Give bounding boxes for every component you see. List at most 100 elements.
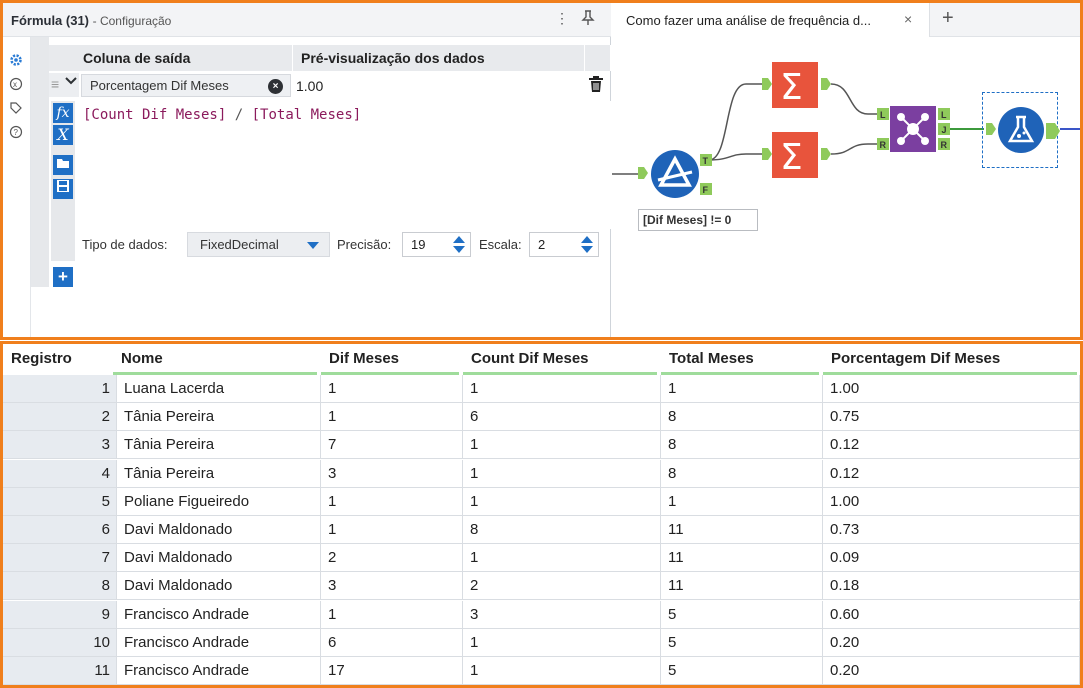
table-cell[interactable]: 0.12 (823, 459, 1080, 488)
record-number-cell[interactable]: 5 (3, 487, 117, 516)
add-icon[interactable]: + (53, 267, 73, 287)
save-icon[interactable] (53, 179, 73, 199)
table-cell[interactable]: 8 (661, 403, 823, 432)
table-cell[interactable]: 5 (661, 600, 823, 629)
header-porcentagem-dif-meses[interactable]: Porcentagem Dif Meses (823, 344, 1077, 375)
more-icon[interactable]: ⋮ (555, 10, 569, 27)
table-cell[interactable]: Francisco Andrade (117, 600, 321, 629)
add-tab-button[interactable]: + (942, 7, 954, 30)
table-cell[interactable]: 2 (321, 544, 463, 573)
table-cell[interactable]: 1 (463, 459, 661, 488)
record-number-cell[interactable]: 2 (3, 403, 117, 432)
false-anchor[interactable]: F (700, 183, 712, 198)
table-cell[interactable]: Davi Maldonado (117, 516, 321, 544)
summarize-2-icon[interactable]: Σ (772, 132, 818, 181)
table-cell[interactable]: 5 (661, 628, 823, 657)
table-cell[interactable]: 3 (463, 600, 661, 629)
table-cell[interactable]: 11 (661, 572, 823, 601)
variable-x-icon[interactable]: X (53, 125, 73, 145)
formula-tool-icon[interactable] (997, 106, 1045, 157)
header-total-meses[interactable]: Total Meses (661, 344, 819, 375)
table-row[interactable]: 1 Luana Lacerda 1 1 1 1.00 (3, 375, 1080, 403)
table-cell[interactable]: 1 (463, 375, 661, 403)
precision-stepper[interactable]: 19 (402, 232, 471, 257)
record-number-cell[interactable]: 10 (3, 628, 117, 657)
table-cell[interactable]: Davi Maldonado (117, 572, 321, 601)
summarize-1-icon[interactable]: Σ (772, 62, 818, 111)
table-cell[interactable]: 1 (661, 487, 823, 516)
table-cell[interactable]: 0.73 (823, 516, 1080, 544)
data-type-select[interactable]: FixedDecimal (187, 232, 330, 257)
table-cell[interactable]: 0.60 (823, 600, 1080, 629)
join-right-anchor[interactable]: R (877, 138, 889, 153)
table-cell[interactable]: 7 (321, 431, 463, 460)
spin-arrows-icon[interactable] (450, 235, 468, 254)
table-cell[interactable]: 0.09 (823, 544, 1080, 573)
table-row[interactable]: 10 Francisco Andrade 6 1 5 0.20 (3, 628, 1080, 657)
summarize-output-anchor[interactable] (821, 78, 831, 93)
record-number-cell[interactable]: 4 (3, 459, 117, 488)
true-anchor[interactable]: T (700, 154, 712, 169)
summarize-input-anchor[interactable] (762, 78, 772, 93)
header-nome[interactable]: Nome (113, 344, 317, 375)
header-count-dif-meses[interactable]: Count Dif Meses (463, 344, 657, 375)
table-cell[interactable]: 0.18 (823, 572, 1080, 601)
output-column-field[interactable]: Porcentagem Dif Meses (81, 74, 291, 97)
table-cell[interactable]: 6 (321, 628, 463, 657)
table-cell[interactable]: 1 (661, 375, 823, 403)
table-cell[interactable]: 1.00 (823, 487, 1080, 516)
table-cell[interactable]: 1 (463, 657, 661, 685)
filter-tool-icon[interactable] (650, 149, 700, 202)
table-cell[interactable]: 8 (463, 516, 661, 544)
record-number-cell[interactable]: 6 (3, 516, 117, 544)
record-number-cell[interactable]: 1 (3, 375, 117, 403)
table-cell[interactable]: 11 (661, 544, 823, 573)
workflow-canvas[interactable]: Como fazer uma análise de frequência d..… (612, 3, 1080, 337)
table-cell[interactable]: 1 (463, 431, 661, 460)
table-row[interactable]: 5 Poliane Figueiredo 1 1 1 1.00 (3, 487, 1080, 516)
table-cell[interactable]: 5 (661, 657, 823, 685)
drag-handle-icon[interactable]: ≡ (51, 76, 59, 92)
record-number-cell[interactable]: 11 (3, 657, 117, 685)
filter-tool-input-anchor[interactable] (638, 167, 648, 182)
table-cell[interactable]: 3 (321, 572, 463, 601)
table-cell[interactable]: 1 (321, 600, 463, 629)
table-cell[interactable]: 2 (463, 572, 661, 601)
table-row[interactable]: 2 Tânia Pereira 1 6 8 0.75 (3, 403, 1080, 432)
table-cell[interactable]: 0.20 (823, 628, 1080, 657)
record-number-cell[interactable]: 9 (3, 600, 117, 629)
table-cell[interactable]: 1 (463, 487, 661, 516)
table-row[interactable]: 6 Davi Maldonado 1 8 11 0.73 (3, 516, 1080, 544)
table-cell[interactable]: 11 (661, 516, 823, 544)
settings-icon[interactable] (8, 53, 24, 69)
header-registro[interactable]: Registro (3, 344, 109, 375)
table-cell[interactable]: Luana Lacerda (117, 375, 321, 403)
join-r-output-anchor[interactable]: R (938, 138, 950, 153)
summarize-input-anchor[interactable] (762, 148, 772, 163)
table-cell[interactable]: 3 (321, 459, 463, 488)
table-row[interactable]: 4 Tânia Pereira 3 1 8 0.12 (3, 459, 1080, 488)
help-icon[interactable]: ? (8, 125, 24, 141)
record-number-cell[interactable]: 8 (3, 572, 117, 601)
table-cell[interactable]: Tânia Pereira (117, 431, 321, 460)
table-cell[interactable]: 8 (661, 459, 823, 488)
folder-icon[interactable] (53, 155, 73, 175)
spin-arrows-icon[interactable] (578, 235, 596, 254)
table-row[interactable]: 11 Francisco Andrade 17 1 5 0.20 (3, 657, 1080, 685)
table-cell[interactable]: 6 (463, 403, 661, 432)
record-number-cell[interactable]: 3 (3, 431, 117, 460)
tab-workflow[interactable]: Como fazer uma análise de frequência d..… (612, 3, 930, 37)
expression-editor[interactable]: [Count Dif Meses] / [Total Meses] (79, 101, 611, 229)
pin-icon[interactable] (581, 10, 595, 29)
clear-field-icon[interactable]: × (268, 79, 283, 94)
tag-icon[interactable] (8, 101, 24, 117)
function-icon[interactable]: fx (53, 103, 73, 123)
table-cell[interactable]: Tânia Pereira (117, 403, 321, 432)
table-cell[interactable]: 1 (321, 487, 463, 516)
table-cell[interactable]: 1 (463, 544, 661, 573)
join-left-anchor[interactable]: L (877, 108, 889, 123)
table-cell[interactable]: Davi Maldonado (117, 544, 321, 573)
trash-icon[interactable] (588, 75, 604, 98)
formula-output-anchor[interactable] (1046, 123, 1060, 142)
table-cell[interactable]: 0.12 (823, 431, 1080, 460)
